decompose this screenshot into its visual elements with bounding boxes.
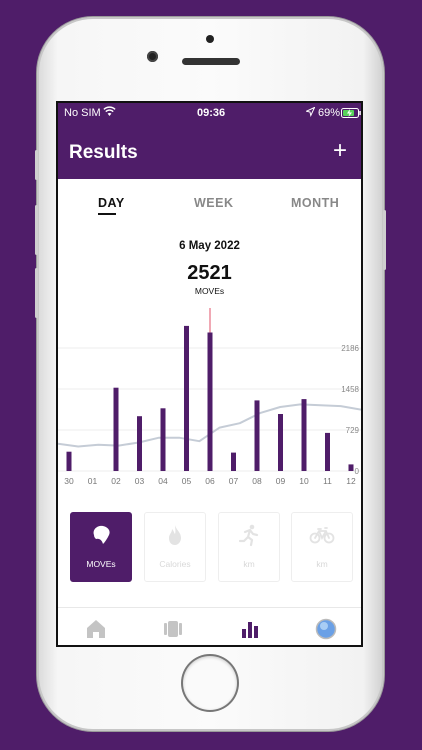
x-tick-label: 04: [158, 476, 168, 486]
bar-03: [137, 416, 142, 471]
bar-05: [184, 325, 189, 471]
x-tick-label: 02: [111, 476, 121, 486]
metric-label: km: [243, 559, 255, 569]
app-screen: No SIM 09:36 69% Results + DAY WEEK MONT…: [56, 101, 363, 647]
bar-10: [301, 399, 307, 471]
app-header: Results +: [58, 125, 361, 179]
tab-week[interactable]: WEEK: [194, 196, 234, 210]
x-tick-label: 12: [346, 476, 356, 486]
tab-month[interactable]: MONTH: [291, 196, 339, 210]
clock: 09:36: [197, 107, 226, 119]
volume-down-button: [35, 268, 38, 318]
x-tick-label: 10: [299, 476, 309, 486]
volume-up-button: [35, 205, 38, 255]
bar-08: [254, 400, 260, 471]
bar-30: [66, 451, 72, 471]
x-tick-label: 03: [135, 476, 145, 486]
location-arrow-icon: [304, 106, 316, 120]
bar-09: [278, 414, 283, 471]
bar-07: [231, 452, 236, 471]
x-tick-label: 05: [182, 476, 192, 486]
add-button[interactable]: +: [333, 139, 347, 163]
tab-day[interactable]: DAY: [98, 196, 125, 210]
wifi-icon: [103, 106, 116, 120]
earpiece-speaker: [182, 58, 240, 65]
proximity-sensor: [206, 35, 214, 43]
runner-icon: [219, 522, 279, 548]
x-tick-label: 08: [252, 476, 262, 486]
x-tick-label: 01: [88, 476, 98, 486]
power-button: [383, 210, 386, 270]
home-button[interactable]: [183, 656, 237, 710]
active-tab-indicator: [98, 213, 116, 215]
moves-icon: [71, 522, 131, 548]
status-bar: No SIM 09:36 69%: [58, 103, 361, 125]
metric-cycling-km[interactable]: km: [291, 512, 353, 582]
y-tick-label: 1458: [341, 385, 359, 394]
selected-value: 2521: [187, 262, 232, 284]
front-camera: [147, 51, 158, 62]
device-tab-icon[interactable]: [162, 618, 184, 640]
x-tick-label: 11: [323, 476, 332, 486]
metric-label: MOVEs: [86, 559, 116, 569]
carrier-label: No SIM: [64, 107, 101, 119]
results-tab-icon[interactable]: [239, 618, 261, 640]
flame-icon: [145, 522, 205, 548]
selected-unit: MOVEs: [194, 286, 225, 296]
x-tick-label: 06: [205, 476, 215, 486]
x-tick-label: 09: [276, 476, 286, 486]
metric-label: km: [316, 559, 328, 569]
y-tick-label: 2186: [341, 344, 359, 353]
bike-icon: [292, 522, 352, 548]
battery-percent: 69%: [318, 107, 341, 119]
y-tick-label: 729: [346, 426, 360, 435]
bar-02: [113, 387, 119, 471]
metric-running-km[interactable]: km: [218, 512, 280, 582]
home-tab-icon[interactable]: [85, 618, 107, 640]
bar-11: [325, 432, 330, 471]
bar-06: [207, 332, 213, 471]
y-tick-label: 0: [355, 467, 360, 476]
moves-bar-chart[interactable]: 30 01 02 03 04 05 06 07 08 09 10 11 12 2186 1458 729 0: [58, 303, 361, 493]
bar-04: [160, 408, 166, 471]
selected-date: 6 May 2022: [179, 240, 240, 252]
bar-12: [348, 464, 354, 471]
battery-charging-icon: [341, 108, 361, 121]
profile-tab-icon[interactable]: [315, 618, 337, 640]
metric-calories[interactable]: Calories: [144, 512, 206, 582]
metric-moves[interactable]: MOVEs: [70, 512, 132, 582]
x-tick-label: 30: [64, 476, 74, 486]
x-tick-label: 07: [229, 476, 239, 486]
mute-switch: [35, 150, 38, 180]
metric-label: Calories: [159, 559, 191, 569]
page-title: Results: [69, 142, 138, 163]
bottom-tab-bar: [58, 607, 361, 645]
